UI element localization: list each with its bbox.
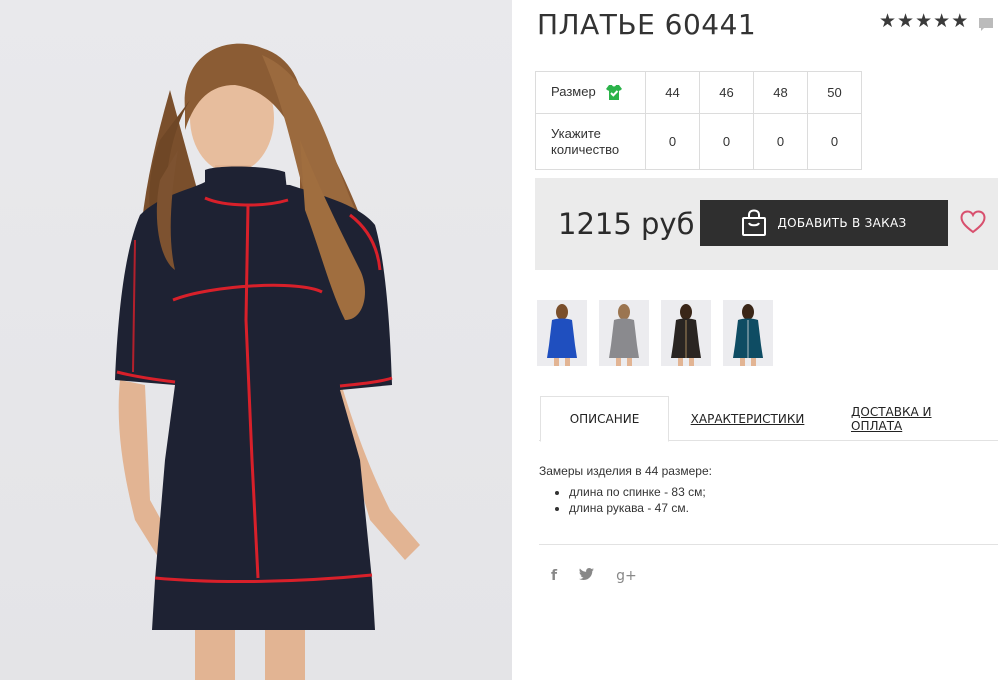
thumbnail-image: [547, 304, 577, 366]
size-46: 46: [699, 71, 754, 114]
tab-characteristics[interactable]: ХАРАКТЕРИСТИКИ: [691, 396, 805, 441]
divider: [539, 544, 998, 545]
comment-icon[interactable]: [978, 17, 994, 33]
tab-description[interactable]: ОПИСАНИЕ: [540, 396, 669, 442]
quantity-label-line2: количество: [551, 141, 620, 157]
product-tabs: ОПИСАНИЕ ХАРАКТЕРИСТИКИ ДОСТАВКА И ОПЛАТ…: [539, 396, 998, 442]
price: 1215 руб: [558, 207, 695, 241]
size-label: Размер: [551, 83, 596, 99]
product-title: ПЛАТЬЕ 60441: [537, 8, 757, 41]
measurements-list: длина по спинке - 83 см; длина рукава - …: [569, 484, 712, 516]
tab-delivery-payment[interactable]: ДОСТАВКА И ОПЛАТА: [851, 396, 976, 441]
thumbnail-black[interactable]: [661, 300, 711, 366]
dress-illustration: [115, 43, 420, 680]
product-photo[interactable]: [0, 0, 512, 680]
twitter-bird-icon: [579, 568, 595, 580]
size-50: 50: [807, 71, 862, 114]
thumbnail-blue[interactable]: [537, 300, 587, 366]
size-44: 44: [645, 71, 700, 114]
color-variants: [537, 300, 773, 366]
star-icon[interactable]: ★: [897, 12, 914, 31]
size-label-cell: Размер: [535, 71, 646, 114]
size-chart-icon[interactable]: [605, 84, 623, 101]
star-icon[interactable]: ★: [915, 12, 932, 31]
heart-icon[interactable]: [960, 209, 986, 235]
rating-stars[interactable]: ★ ★ ★ ★ ★: [879, 12, 968, 31]
quantity-input-50[interactable]: 0: [807, 113, 862, 170]
list-item: длина рукава - 47 см.: [569, 500, 712, 516]
quantity-input-46[interactable]: 0: [699, 113, 754, 170]
description-intro: Замеры изделия в 44 размере:: [539, 464, 712, 478]
shopping-bag-icon: [742, 209, 767, 236]
star-icon[interactable]: ★: [879, 12, 896, 31]
description-panel: Замеры изделия в 44 размере: длина по сп…: [539, 463, 712, 516]
googleplus-icon[interactable]: g+: [616, 568, 637, 584]
list-item: длина по спинке - 83 см;: [569, 484, 712, 500]
quantity-input-44[interactable]: 0: [645, 113, 700, 170]
thumbnail-image: [609, 304, 639, 366]
thumbnail-image: [671, 304, 701, 366]
thumbnail-grey[interactable]: [599, 300, 649, 366]
add-to-order-button[interactable]: ДОБАВИТЬ В ЗАКАЗ: [700, 200, 948, 246]
twitter-icon[interactable]: [579, 568, 595, 584]
star-icon[interactable]: ★: [951, 12, 968, 31]
quantity-label: Укажите количество: [535, 113, 646, 170]
size-row: Размер 44 46 48 50: [535, 71, 862, 114]
buy-box: 1215 руб ДОБАВИТЬ В ЗАКАЗ: [535, 178, 998, 270]
quantity-input-48[interactable]: 0: [753, 113, 808, 170]
star-icon[interactable]: ★: [933, 12, 950, 31]
size-quantity-table: Размер 44 46 48 50 Укажите количество 0 …: [535, 71, 862, 170]
thumbnail-image: [733, 304, 763, 366]
social-share: f g+: [551, 568, 637, 584]
size-48: 48: [753, 71, 808, 114]
thumbnail-teal[interactable]: [723, 300, 773, 366]
add-to-order-label: ДОБАВИТЬ В ЗАКАЗ: [777, 216, 907, 230]
quantity-row: Укажите количество 0 0 0 0: [535, 113, 862, 170]
quantity-label-line1: Укажите: [551, 125, 601, 141]
facebook-icon[interactable]: f: [551, 568, 557, 584]
